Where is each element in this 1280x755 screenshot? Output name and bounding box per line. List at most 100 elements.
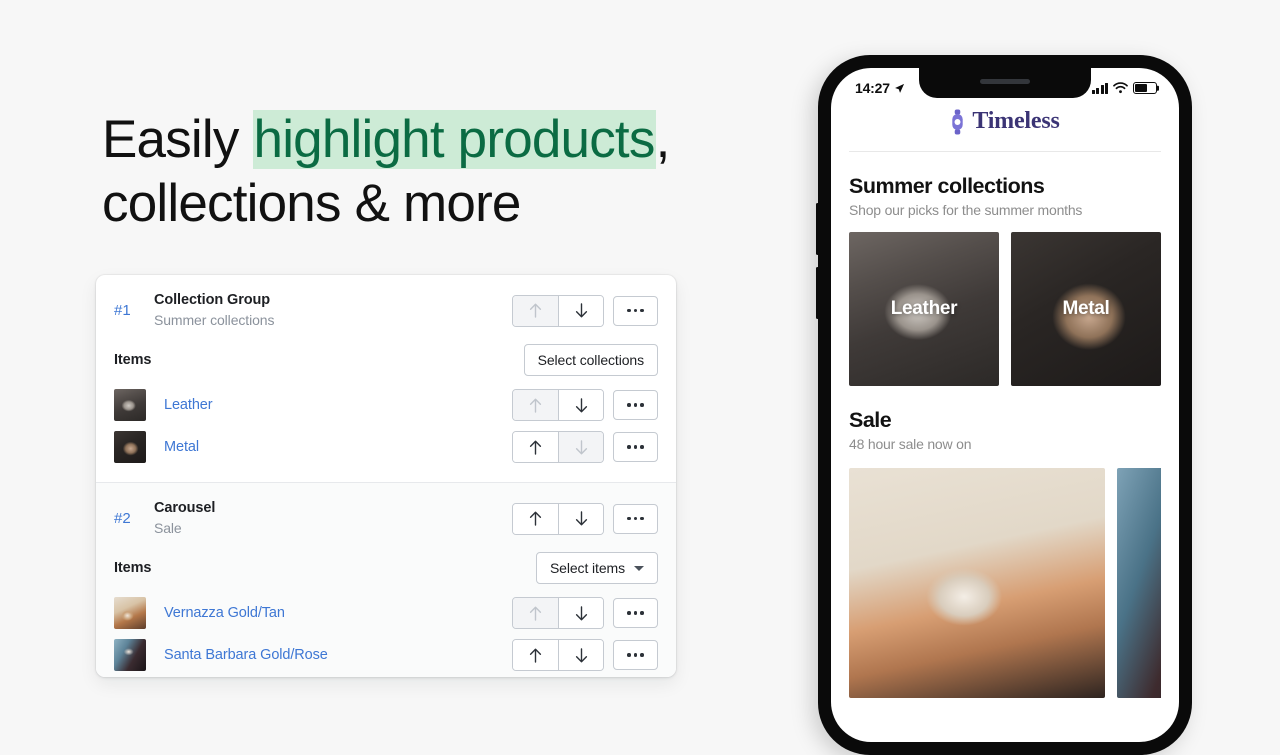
ellipsis-icon bbox=[627, 445, 644, 449]
move-down-button[interactable] bbox=[558, 503, 603, 534]
section-rank: #1 bbox=[114, 302, 131, 319]
items-header-row: Items Select collections bbox=[96, 342, 676, 384]
ellipsis-icon bbox=[627, 611, 644, 615]
item-actions bbox=[512, 597, 658, 629]
arrow-down-icon bbox=[575, 511, 587, 526]
item-thumbnail bbox=[114, 597, 146, 629]
reorder-segmented-control bbox=[512, 431, 604, 463]
status-time: 14:27 bbox=[855, 80, 890, 96]
section-actions bbox=[512, 502, 658, 535]
more-options-button[interactable] bbox=[613, 432, 658, 462]
move-down-button[interactable] bbox=[558, 295, 603, 326]
arrow-down-icon bbox=[575, 303, 587, 318]
section-titles: Collection Group Summer collections bbox=[154, 291, 512, 330]
battery-icon bbox=[1133, 82, 1157, 94]
more-options-button[interactable] bbox=[613, 640, 658, 670]
watch-logo-icon bbox=[952, 108, 964, 135]
reorder-segmented-control bbox=[512, 639, 604, 671]
shop-block-sale: Sale 48 hour sale now on bbox=[849, 408, 1161, 698]
more-options-button[interactable] bbox=[613, 295, 658, 326]
ellipsis-icon bbox=[627, 308, 644, 313]
select-items-dropdown[interactable]: Select items bbox=[535, 552, 658, 584]
items-label: Items bbox=[114, 352, 152, 368]
block-title: Summer collections bbox=[849, 174, 1045, 198]
select-collections-button[interactable]: Select collections bbox=[523, 344, 658, 376]
block-title: Sale bbox=[849, 408, 892, 432]
wifi-icon bbox=[1113, 82, 1128, 94]
headline-comma: , bbox=[655, 110, 671, 169]
move-up-button[interactable] bbox=[513, 432, 558, 462]
ellipsis-icon bbox=[627, 403, 644, 407]
ellipsis-icon bbox=[627, 516, 644, 521]
more-options-button[interactable] bbox=[613, 503, 658, 534]
collection-tile[interactable]: Metal bbox=[1011, 232, 1161, 386]
items-label: Items bbox=[114, 560, 152, 576]
section-header: #2 Carousel Sale bbox=[96, 483, 676, 550]
arrow-up-icon bbox=[529, 511, 542, 526]
phone-status-bar: 14:27 bbox=[831, 68, 1179, 102]
arrow-down-icon bbox=[575, 647, 587, 662]
section-titles: Carousel Sale bbox=[154, 499, 512, 538]
editor-section-2: #2 Carousel Sale Items Select items Vern… bbox=[96, 482, 676, 677]
move-up-button[interactable] bbox=[513, 503, 558, 534]
more-options-button[interactable] bbox=[613, 598, 658, 628]
status-time-group: 14:27 bbox=[855, 80, 905, 96]
chevron-down-icon bbox=[634, 565, 644, 571]
list-item: Vernazza Gold/Tan bbox=[96, 592, 676, 634]
headline-plain-text: Easily bbox=[102, 110, 253, 169]
more-options-button[interactable] bbox=[613, 390, 658, 420]
reorder-segmented-control bbox=[512, 502, 604, 535]
headline-line-2: collections & more bbox=[102, 174, 521, 233]
move-up-button[interactable] bbox=[513, 640, 558, 670]
item-thumbnail bbox=[114, 431, 146, 463]
move-up-button[interactable] bbox=[513, 390, 558, 420]
item-thumbnail bbox=[114, 389, 146, 421]
section-editor-card: #1 Collection Group Summer collections I… bbox=[96, 275, 676, 677]
item-actions bbox=[512, 431, 658, 463]
phone-screen: 14:27 Timeless Summer collections Shop o… bbox=[831, 68, 1179, 742]
list-item: Metal bbox=[96, 426, 676, 468]
reorder-segmented-control bbox=[512, 294, 604, 327]
arrow-down-icon bbox=[575, 397, 587, 412]
shop-block-summer: Summer collections Shop our picks for th… bbox=[849, 174, 1161, 386]
cellular-signal-icon bbox=[1091, 82, 1108, 94]
item-name-link[interactable]: Metal bbox=[164, 439, 512, 455]
reorder-segmented-control bbox=[512, 597, 604, 629]
item-name-link[interactable]: Leather bbox=[164, 397, 512, 413]
headline-highlight: highlight products bbox=[252, 110, 656, 169]
headline-line-1: Easily highlight products, bbox=[102, 108, 742, 172]
arrow-up-icon bbox=[529, 398, 542, 413]
move-up-button[interactable] bbox=[513, 295, 558, 326]
move-down-button[interactable] bbox=[558, 432, 603, 462]
list-item: Leather bbox=[96, 384, 676, 426]
section-title: Collection Group bbox=[154, 292, 271, 308]
product-carousel[interactable] bbox=[849, 468, 1161, 698]
section-subtitle: Summer collections bbox=[154, 312, 275, 328]
select-items-label: Select items bbox=[549, 560, 625, 576]
item-name-link[interactable]: Vernazza Gold/Tan bbox=[164, 605, 512, 621]
location-arrow-icon bbox=[894, 83, 904, 93]
section-rank: #2 bbox=[114, 510, 131, 527]
phone-mockup: 14:27 Timeless Summer collections Shop o… bbox=[816, 55, 1192, 755]
arrow-down-icon bbox=[575, 439, 587, 454]
move-down-button[interactable] bbox=[558, 598, 603, 628]
item-actions bbox=[512, 389, 658, 421]
section-subtitle: Sale bbox=[154, 520, 182, 536]
shop-header: Timeless bbox=[849, 102, 1161, 152]
items-header-row: Items Select items bbox=[96, 550, 676, 592]
collection-tile-grid: Leather Metal bbox=[849, 232, 1161, 386]
carousel-slide[interactable] bbox=[849, 468, 1105, 698]
block-subtitle: Shop our picks for the summer months bbox=[849, 202, 1083, 218]
section-header: #1 Collection Group Summer collections bbox=[96, 275, 676, 342]
collection-tile[interactable]: Leather bbox=[849, 232, 999, 386]
shop-logo-text: Timeless bbox=[972, 108, 1060, 134]
move-down-button[interactable] bbox=[558, 640, 603, 670]
reorder-segmented-control bbox=[512, 389, 604, 421]
ellipsis-icon bbox=[627, 653, 644, 657]
arrow-up-icon bbox=[529, 606, 542, 621]
move-down-button[interactable] bbox=[558, 390, 603, 420]
move-up-button[interactable] bbox=[513, 598, 558, 628]
carousel-slide[interactable] bbox=[1117, 468, 1161, 698]
item-name-link[interactable]: Santa Barbara Gold/Rose bbox=[164, 647, 512, 663]
